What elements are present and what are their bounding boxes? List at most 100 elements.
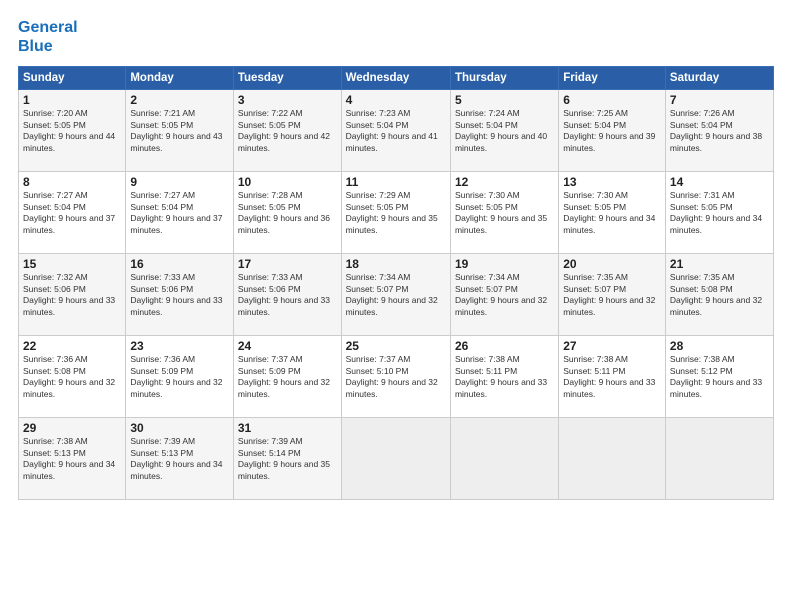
week-row-1: 1Sunrise: 7:20 AM Sunset: 5:05 PM Daylig…	[19, 90, 774, 172]
cell-day-number: 19	[455, 257, 554, 271]
calendar-cell: 18Sunrise: 7:34 AM Sunset: 5:07 PM Dayli…	[341, 254, 450, 336]
cell-info: Sunrise: 7:36 AM Sunset: 5:09 PM Dayligh…	[130, 354, 229, 400]
calendar-cell	[559, 418, 666, 500]
cell-info: Sunrise: 7:21 AM Sunset: 5:05 PM Dayligh…	[130, 108, 229, 154]
cell-info: Sunrise: 7:32 AM Sunset: 5:06 PM Dayligh…	[23, 272, 121, 318]
cell-day-number: 29	[23, 421, 121, 435]
cell-day-number: 20	[563, 257, 661, 271]
cell-info: Sunrise: 7:36 AM Sunset: 5:08 PM Dayligh…	[23, 354, 121, 400]
week-row-3: 15Sunrise: 7:32 AM Sunset: 5:06 PM Dayli…	[19, 254, 774, 336]
cell-day-number: 18	[346, 257, 446, 271]
calendar-cell: 30Sunrise: 7:39 AM Sunset: 5:13 PM Dayli…	[126, 418, 234, 500]
cell-day-number: 24	[238, 339, 337, 353]
calendar-cell: 25Sunrise: 7:37 AM Sunset: 5:10 PM Dayli…	[341, 336, 450, 418]
col-header-sunday: Sunday	[19, 67, 126, 90]
calendar-cell: 31Sunrise: 7:39 AM Sunset: 5:14 PM Dayli…	[233, 418, 341, 500]
calendar-cell: 21Sunrise: 7:35 AM Sunset: 5:08 PM Dayli…	[665, 254, 773, 336]
cell-day-number: 17	[238, 257, 337, 271]
cell-info: Sunrise: 7:38 AM Sunset: 5:13 PM Dayligh…	[23, 436, 121, 482]
calendar-cell: 22Sunrise: 7:36 AM Sunset: 5:08 PM Dayli…	[19, 336, 126, 418]
calendar-cell: 20Sunrise: 7:35 AM Sunset: 5:07 PM Dayli…	[559, 254, 666, 336]
calendar-cell: 19Sunrise: 7:34 AM Sunset: 5:07 PM Dayli…	[450, 254, 558, 336]
calendar-cell: 12Sunrise: 7:30 AM Sunset: 5:05 PM Dayli…	[450, 172, 558, 254]
cell-day-number: 4	[346, 93, 446, 107]
calendar-cell: 29Sunrise: 7:38 AM Sunset: 5:13 PM Dayli…	[19, 418, 126, 500]
calendar-cell: 17Sunrise: 7:33 AM Sunset: 5:06 PM Dayli…	[233, 254, 341, 336]
calendar-cell: 27Sunrise: 7:38 AM Sunset: 5:11 PM Dayli…	[559, 336, 666, 418]
calendar-cell: 6Sunrise: 7:25 AM Sunset: 5:04 PM Daylig…	[559, 90, 666, 172]
calendar-cell: 15Sunrise: 7:32 AM Sunset: 5:06 PM Dayli…	[19, 254, 126, 336]
week-row-2: 8Sunrise: 7:27 AM Sunset: 5:04 PM Daylig…	[19, 172, 774, 254]
calendar-cell: 28Sunrise: 7:38 AM Sunset: 5:12 PM Dayli…	[665, 336, 773, 418]
calendar-cell: 7Sunrise: 7:26 AM Sunset: 5:04 PM Daylig…	[665, 90, 773, 172]
cell-day-number: 12	[455, 175, 554, 189]
cell-day-number: 6	[563, 93, 661, 107]
cell-info: Sunrise: 7:25 AM Sunset: 5:04 PM Dayligh…	[563, 108, 661, 154]
calendar-header-row: SundayMondayTuesdayWednesdayThursdayFrid…	[19, 67, 774, 90]
logo-text: GeneralBlue	[18, 18, 78, 56]
cell-info: Sunrise: 7:23 AM Sunset: 5:04 PM Dayligh…	[346, 108, 446, 154]
calendar-cell: 8Sunrise: 7:27 AM Sunset: 5:04 PM Daylig…	[19, 172, 126, 254]
cell-day-number: 10	[238, 175, 337, 189]
cell-info: Sunrise: 7:34 AM Sunset: 5:07 PM Dayligh…	[346, 272, 446, 318]
col-header-tuesday: Tuesday	[233, 67, 341, 90]
cell-day-number: 21	[670, 257, 769, 271]
cell-info: Sunrise: 7:27 AM Sunset: 5:04 PM Dayligh…	[23, 190, 121, 236]
cell-info: Sunrise: 7:30 AM Sunset: 5:05 PM Dayligh…	[455, 190, 554, 236]
calendar-cell: 23Sunrise: 7:36 AM Sunset: 5:09 PM Dayli…	[126, 336, 234, 418]
logo: General Blue GeneralBlue	[18, 18, 78, 56]
cell-day-number: 28	[670, 339, 769, 353]
cell-day-number: 3	[238, 93, 337, 107]
col-header-monday: Monday	[126, 67, 234, 90]
calendar-cell: 1Sunrise: 7:20 AM Sunset: 5:05 PM Daylig…	[19, 90, 126, 172]
cell-day-number: 9	[130, 175, 229, 189]
cell-day-number: 22	[23, 339, 121, 353]
cell-info: Sunrise: 7:33 AM Sunset: 5:06 PM Dayligh…	[130, 272, 229, 318]
cell-day-number: 7	[670, 93, 769, 107]
cell-info: Sunrise: 7:37 AM Sunset: 5:09 PM Dayligh…	[238, 354, 337, 400]
cell-day-number: 15	[23, 257, 121, 271]
cell-info: Sunrise: 7:22 AM Sunset: 5:05 PM Dayligh…	[238, 108, 337, 154]
col-header-friday: Friday	[559, 67, 666, 90]
cell-day-number: 5	[455, 93, 554, 107]
cell-info: Sunrise: 7:35 AM Sunset: 5:08 PM Dayligh…	[670, 272, 769, 318]
calendar-cell	[450, 418, 558, 500]
header: General Blue GeneralBlue	[18, 18, 774, 56]
calendar-cell: 13Sunrise: 7:30 AM Sunset: 5:05 PM Dayli…	[559, 172, 666, 254]
cell-info: Sunrise: 7:38 AM Sunset: 5:12 PM Dayligh…	[670, 354, 769, 400]
cell-day-number: 27	[563, 339, 661, 353]
cell-day-number: 1	[23, 93, 121, 107]
cell-info: Sunrise: 7:30 AM Sunset: 5:05 PM Dayligh…	[563, 190, 661, 236]
col-header-saturday: Saturday	[665, 67, 773, 90]
cell-info: Sunrise: 7:20 AM Sunset: 5:05 PM Dayligh…	[23, 108, 121, 154]
calendar-cell: 10Sunrise: 7:28 AM Sunset: 5:05 PM Dayli…	[233, 172, 341, 254]
cell-info: Sunrise: 7:29 AM Sunset: 5:05 PM Dayligh…	[346, 190, 446, 236]
cell-day-number: 31	[238, 421, 337, 435]
calendar-cell	[341, 418, 450, 500]
cell-info: Sunrise: 7:28 AM Sunset: 5:05 PM Dayligh…	[238, 190, 337, 236]
calendar-cell: 14Sunrise: 7:31 AM Sunset: 5:05 PM Dayli…	[665, 172, 773, 254]
cell-info: Sunrise: 7:34 AM Sunset: 5:07 PM Dayligh…	[455, 272, 554, 318]
calendar-cell: 11Sunrise: 7:29 AM Sunset: 5:05 PM Dayli…	[341, 172, 450, 254]
calendar-cell: 3Sunrise: 7:22 AM Sunset: 5:05 PM Daylig…	[233, 90, 341, 172]
cell-day-number: 11	[346, 175, 446, 189]
col-header-wednesday: Wednesday	[341, 67, 450, 90]
calendar-cell: 4Sunrise: 7:23 AM Sunset: 5:04 PM Daylig…	[341, 90, 450, 172]
calendar-cell: 16Sunrise: 7:33 AM Sunset: 5:06 PM Dayli…	[126, 254, 234, 336]
cell-info: Sunrise: 7:26 AM Sunset: 5:04 PM Dayligh…	[670, 108, 769, 154]
cell-info: Sunrise: 7:33 AM Sunset: 5:06 PM Dayligh…	[238, 272, 337, 318]
cell-day-number: 30	[130, 421, 229, 435]
calendar-page: General Blue GeneralBlue SundayMondayTue…	[0, 0, 792, 612]
cell-day-number: 2	[130, 93, 229, 107]
cell-info: Sunrise: 7:39 AM Sunset: 5:14 PM Dayligh…	[238, 436, 337, 482]
cell-info: Sunrise: 7:31 AM Sunset: 5:05 PM Dayligh…	[670, 190, 769, 236]
cell-info: Sunrise: 7:37 AM Sunset: 5:10 PM Dayligh…	[346, 354, 446, 400]
cell-day-number: 16	[130, 257, 229, 271]
cell-day-number: 13	[563, 175, 661, 189]
calendar-cell: 2Sunrise: 7:21 AM Sunset: 5:05 PM Daylig…	[126, 90, 234, 172]
cell-day-number: 8	[23, 175, 121, 189]
calendar-cell	[665, 418, 773, 500]
cell-day-number: 25	[346, 339, 446, 353]
cell-day-number: 26	[455, 339, 554, 353]
calendar-cell: 9Sunrise: 7:27 AM Sunset: 5:04 PM Daylig…	[126, 172, 234, 254]
